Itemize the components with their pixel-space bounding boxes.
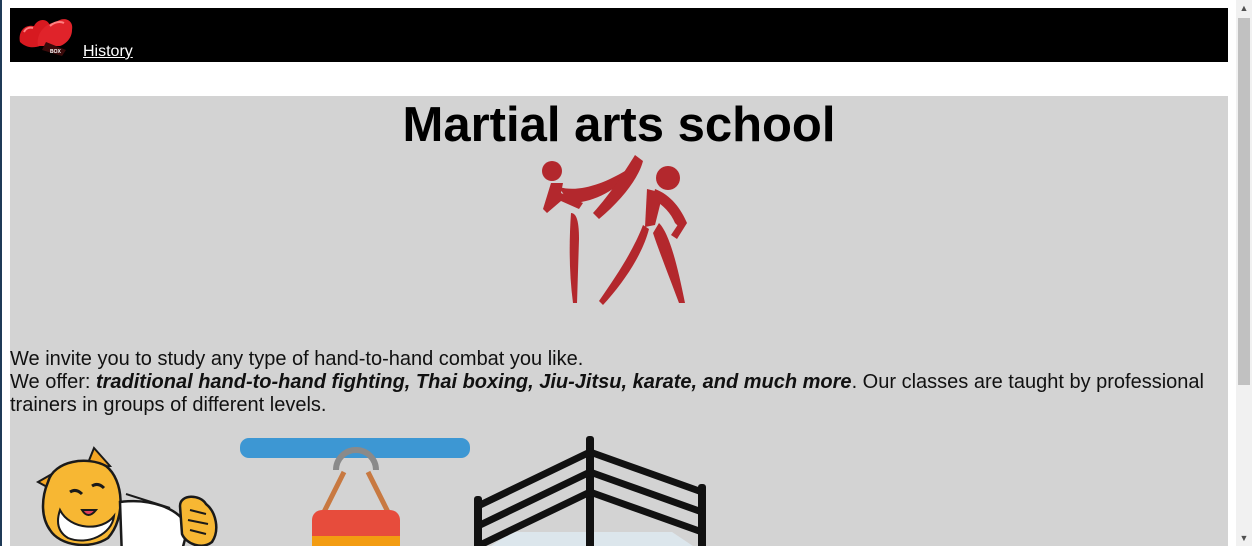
- martial-arts-kick-icon: [542, 155, 687, 305]
- offer-list: traditional hand-to-hand fighting, Thai …: [95, 371, 852, 393]
- offer-paragraph: We offer: traditional hand-to-hand fight…: [10, 371, 1220, 417]
- cartoon-cat-fighter-icon: [35, 446, 218, 546]
- intro-line: We invite you to study any type of hand-…: [10, 348, 584, 370]
- svg-text:BOX: BOX: [50, 49, 62, 55]
- intro-text: We invite you to study any type of hand-…: [10, 348, 1220, 417]
- top-navigation-bar: BOX History: [10, 8, 1228, 62]
- boxing-glove-icon[interactable]: BOX: [16, 12, 76, 56]
- nav-link-history[interactable]: History: [83, 43, 133, 61]
- offer-prefix: We offer:: [10, 371, 96, 393]
- page-title: Martial arts school: [402, 98, 836, 152]
- vertical-scrollbar[interactable]: ▲ ▼: [1236, 0, 1252, 546]
- punching-bag-icon: [240, 438, 470, 546]
- boxing-ring-icon: [474, 436, 706, 546]
- page-viewport: BOX History Martial arts school We invit…: [0, 0, 1236, 546]
- main-content: Martial arts school We invite you to stu…: [10, 96, 1228, 546]
- scroll-down-icon[interactable]: ▼: [1236, 530, 1252, 546]
- scrollbar-thumb[interactable]: [1238, 18, 1250, 385]
- scroll-up-icon[interactable]: ▲: [1236, 0, 1252, 16]
